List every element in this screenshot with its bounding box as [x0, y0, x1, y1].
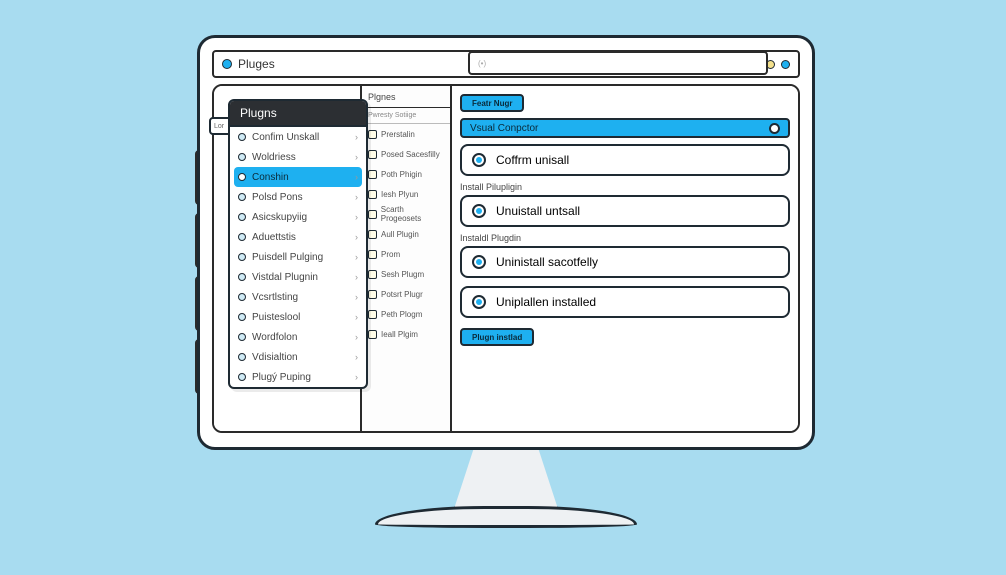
- address-text: (•): [478, 59, 486, 68]
- footer-chip[interactable]: Plugn instlad: [460, 328, 534, 346]
- sidebar-item[interactable]: Vcsrtlsting›: [230, 287, 366, 307]
- list-item[interactable]: Peth Plogm: [362, 304, 450, 324]
- row-label: Instaldl Plugdin: [460, 233, 790, 243]
- list-item[interactable]: Prerstalin: [362, 124, 450, 144]
- list-item[interactable]: Iesh Plyun: [362, 184, 450, 204]
- list-item[interactable]: Sesh Plugm: [362, 264, 450, 284]
- main-pane: Featr Nugr Vsual Conpctor Coffrm unisall…: [452, 86, 798, 431]
- radio-icon: [769, 123, 780, 134]
- toolbar-chip[interactable]: Featr Nugr: [460, 94, 524, 112]
- sidebar-item[interactable]: Vistdal Plugnin›: [230, 267, 366, 287]
- sidebar-header: Plugns: [230, 101, 366, 127]
- action-row[interactable]: Coffrm unisall: [460, 144, 790, 176]
- monitor-base: [375, 506, 637, 528]
- sidebar-item[interactable]: Asicskupyiig›: [230, 207, 366, 227]
- action-row[interactable]: Uninistall sacotfelly: [460, 246, 790, 278]
- pane-header[interactable]: Vsual Conpctor: [460, 118, 790, 138]
- list-item[interactable]: Scarth Progeosets: [362, 204, 450, 224]
- sidebar: Plugns Confim Unskall› Woldriess› Conshi…: [228, 99, 368, 389]
- pane-toolbar: Featr Nugr: [460, 92, 790, 114]
- radio-icon: [472, 153, 486, 167]
- list-item[interactable]: Poth Phigin: [362, 164, 450, 184]
- sidebar-item[interactable]: Confim Unskall›: [230, 127, 366, 147]
- action-label: Uninistall sacotfelly: [496, 255, 598, 269]
- action-row[interactable]: Unuistall untsall: [460, 195, 790, 227]
- address-bar[interactable]: (•): [468, 51, 768, 75]
- monitor-stand: [453, 447, 559, 512]
- sidebar-item[interactable]: Wordfolon›: [230, 327, 366, 347]
- action-label: Unuistall untsall: [496, 204, 580, 218]
- list-item[interactable]: Aull Plugin: [362, 224, 450, 244]
- sidebar-item-selected[interactable]: Conshin›: [234, 167, 362, 187]
- action-label: Uniplallen installed: [496, 295, 596, 309]
- radio-icon: [472, 255, 486, 269]
- row-label: Install Pilupligin: [460, 182, 790, 192]
- sidebar-item[interactable]: Puisteslool›: [230, 307, 366, 327]
- bullet-icon: [222, 59, 232, 69]
- sidebar-item[interactable]: Aduettstis›: [230, 227, 366, 247]
- action-label: Coffrm unisall: [496, 153, 569, 167]
- action-row[interactable]: Uniplallen installed: [460, 286, 790, 318]
- list-item[interactable]: Potsrt Plugr: [362, 284, 450, 304]
- sidebar-item[interactable]: Vdisialtion›: [230, 347, 366, 367]
- col2-sub: Pwresty Sotiige: [362, 108, 450, 124]
- list-item[interactable]: Posed Sacesfilly: [362, 144, 450, 164]
- lor-label: Lor: [214, 123, 224, 130]
- sidebar-item[interactable]: Woldriess›: [230, 147, 366, 167]
- radio-icon: [472, 204, 486, 218]
- list-item[interactable]: Prom: [362, 244, 450, 264]
- sidebar-item[interactable]: Polsd Pons›: [230, 187, 366, 207]
- pane-header-label: Vsual Conpctor: [470, 123, 538, 134]
- sidebar-item[interactable]: Plugý Puping›: [230, 367, 366, 387]
- sidebar-item[interactable]: Puisdell Pulging›: [230, 247, 366, 267]
- list-item[interactable]: Ieall Plgim: [362, 324, 450, 344]
- col2-header: Plgnes: [362, 86, 450, 108]
- secondary-list: Plgnes Pwresty Sotiige Prerstalin Posed …: [362, 86, 452, 431]
- radio-icon: [472, 295, 486, 309]
